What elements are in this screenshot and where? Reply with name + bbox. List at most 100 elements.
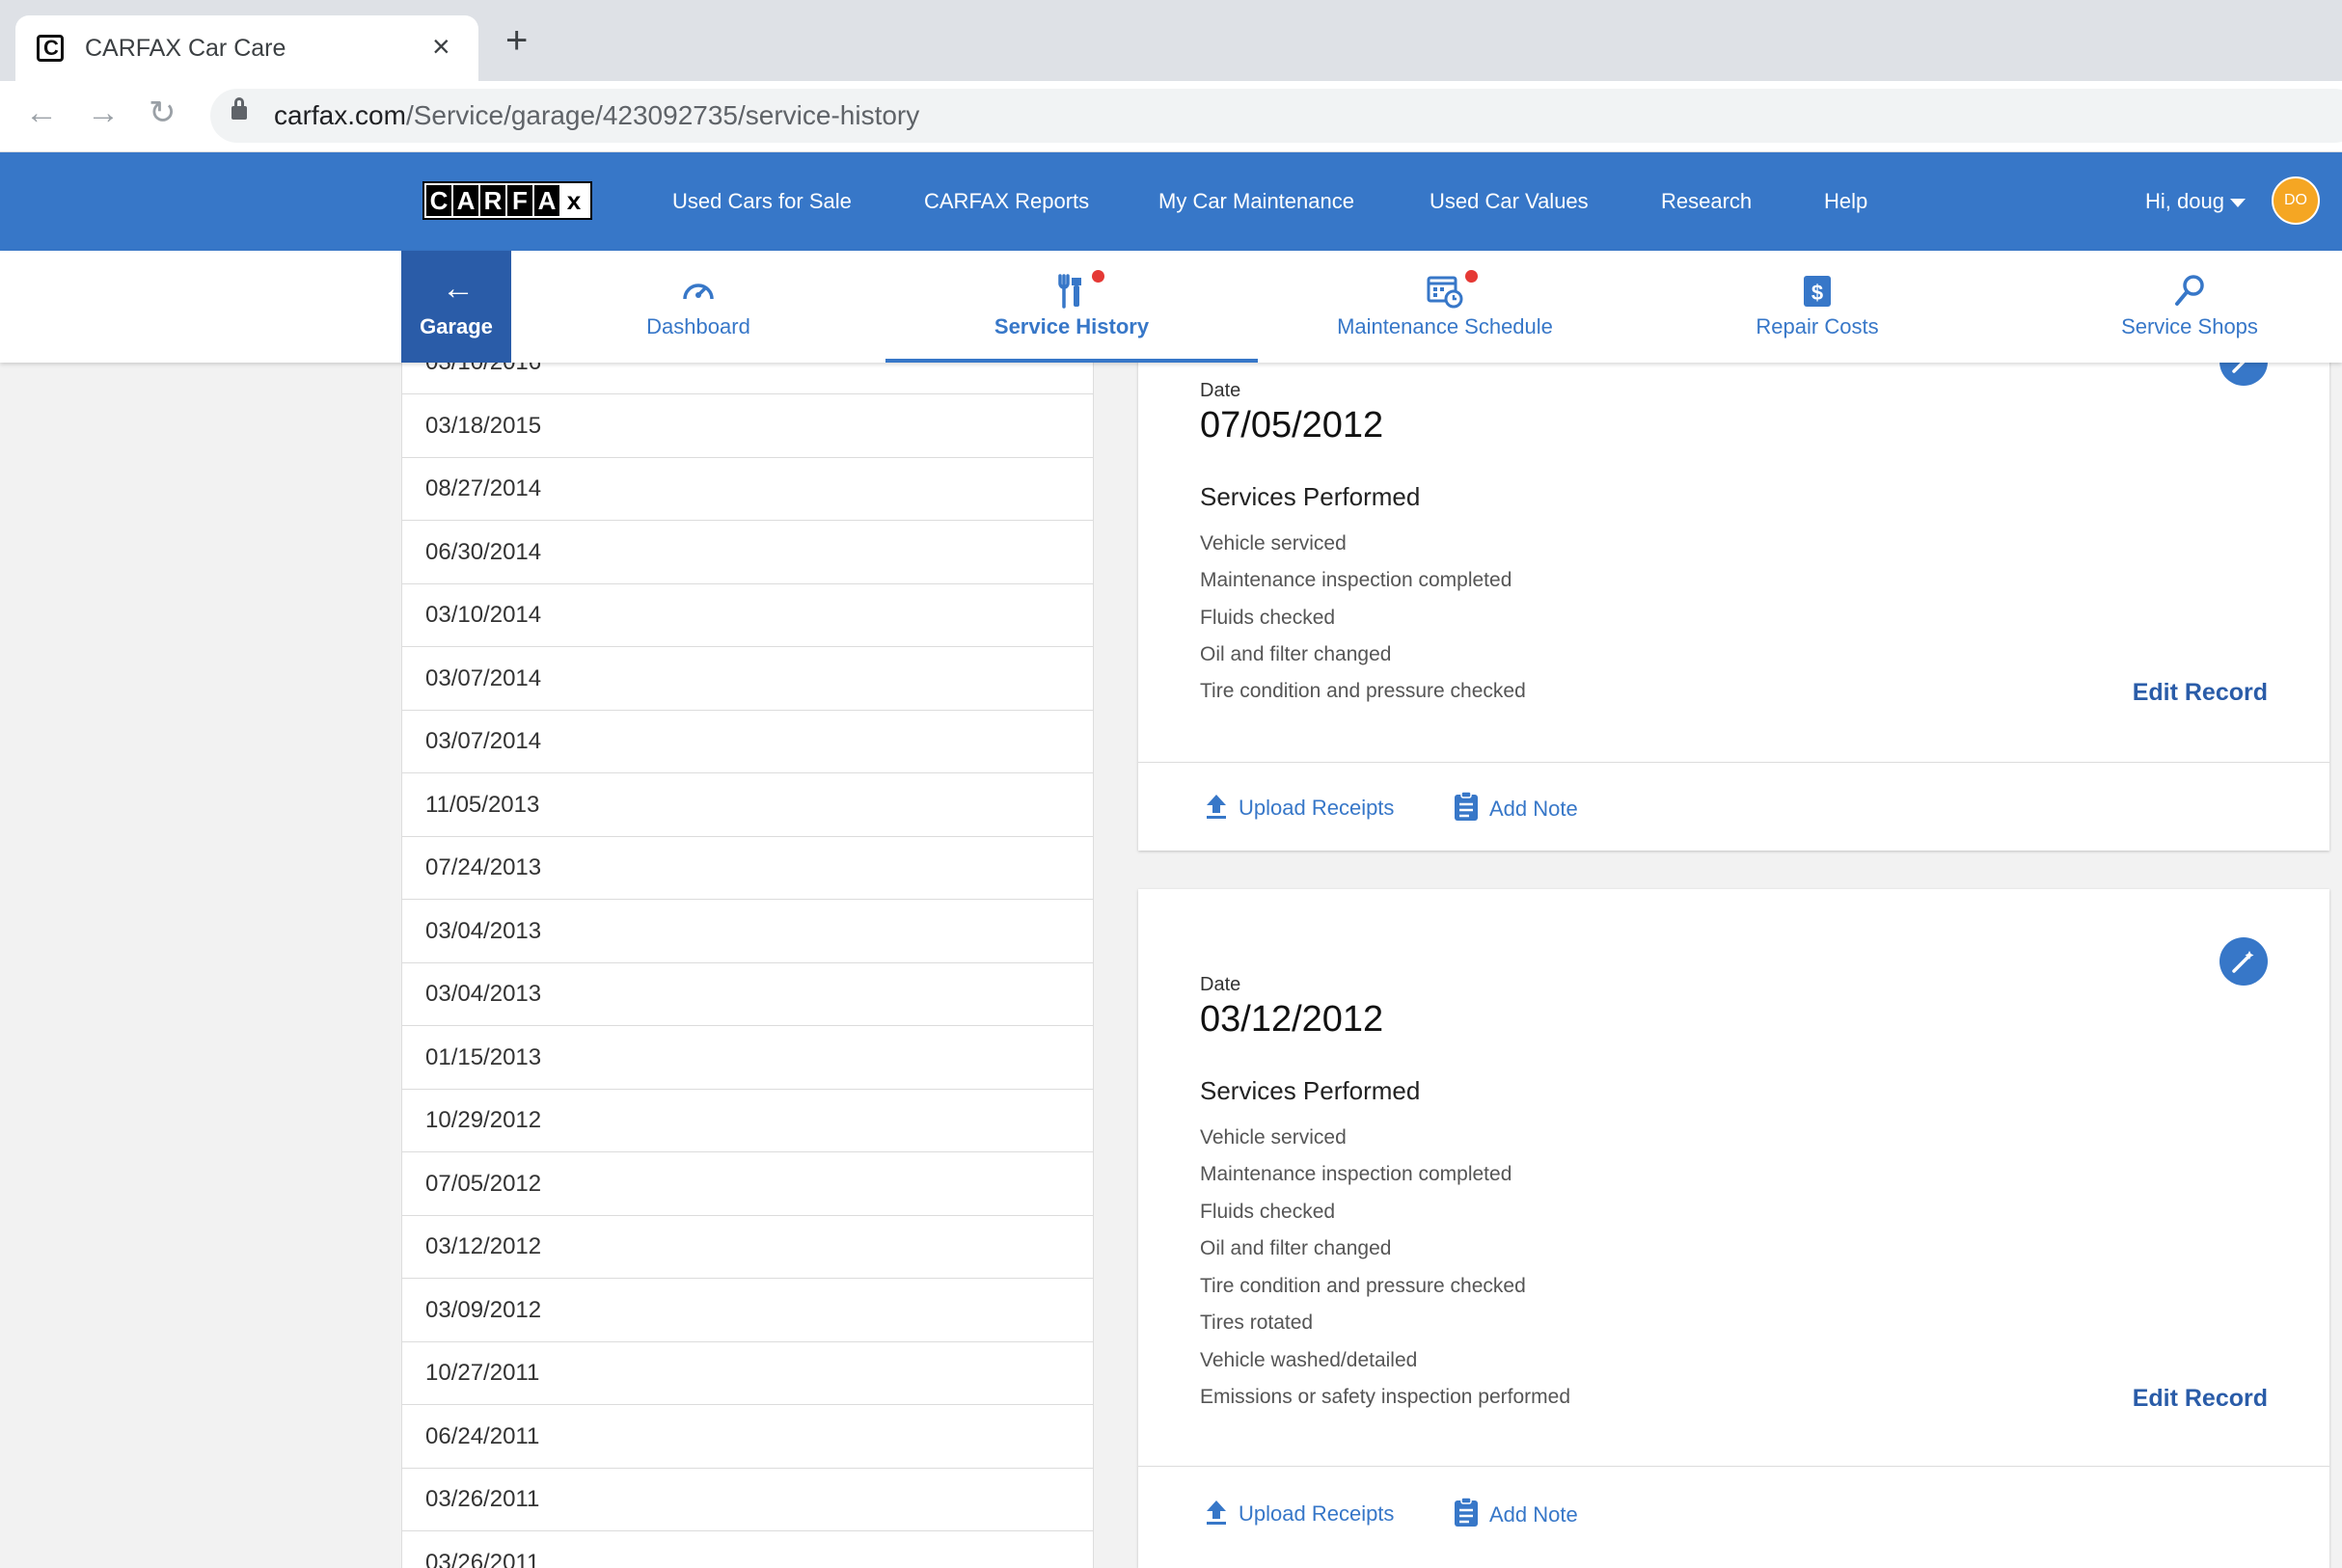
list-item[interactable]: 03/10/2016 [402, 363, 1093, 394]
date-label: Date [1200, 380, 1241, 401]
list-item[interactable]: 07/24/2013 [402, 836, 1093, 900]
carfax-logo[interactable]: C A R F A x [422, 181, 592, 220]
avatar[interactable]: DO [2272, 176, 2320, 225]
garage-label: Garage [420, 314, 493, 338]
list-item[interactable]: 06/24/2011 [402, 1405, 1093, 1469]
list-item[interactable]: 11/05/2013 [402, 773, 1093, 837]
tab-service-shops[interactable]: Service Shops [2103, 251, 2276, 363]
upload-label: Upload Receipts [1239, 1501, 1395, 1526]
svg-text:$: $ [1811, 281, 1823, 305]
add-note-button[interactable]: Add Note [1453, 1497, 1578, 1527]
arrow-left-icon: ← [442, 270, 475, 307]
list-item[interactable]: 03/18/2015 [402, 394, 1093, 458]
tab-service-history[interactable]: Service History [885, 251, 1258, 363]
record-date: 03/12/2012 [1200, 999, 1384, 1040]
list-item[interactable]: 03/04/2013 [402, 900, 1093, 963]
logo-letter: A [534, 185, 559, 216]
calendar-clock-icon [1427, 276, 1463, 309]
service-item: Maintenance inspection completed [1200, 1163, 1512, 1185]
logo-letter: F [507, 185, 532, 216]
nav-my-car-maintenance[interactable]: My Car Maintenance [1158, 189, 1354, 214]
url-text[interactable]: carfax.com/Service/garage/423092735/serv… [274, 100, 919, 131]
service-item: Oil and filter changed [1200, 1237, 1392, 1259]
tools-icon [1058, 274, 1081, 309]
service-item: Fluids checked [1200, 607, 1336, 629]
caret-down-icon[interactable] [2230, 199, 2246, 207]
list-item[interactable]: 03/12/2012 [402, 1215, 1093, 1279]
list-item[interactable]: 03/09/2012 [402, 1279, 1093, 1342]
url-path: /Service/garage/423092735/service-histor… [405, 100, 920, 130]
logo-letter: x [561, 185, 586, 216]
service-item: Tires rotated [1200, 1311, 1314, 1334]
list-item[interactable]: 03/10/2014 [402, 583, 1093, 647]
service-record-card: Date 07/05/2012 Services Performed Vehic… [1138, 318, 2329, 851]
upload-receipts-button[interactable]: Upload Receipts [1204, 1499, 1394, 1527]
nav-used-car-values[interactable]: Used Car Values [1430, 189, 1589, 214]
list-item[interactable]: 01/15/2013 [402, 1026, 1093, 1090]
speedometer-icon [683, 284, 714, 300]
nav-research[interactable]: Research [1661, 189, 1752, 214]
service-item: Tire condition and pressure checked [1200, 1275, 1526, 1297]
edit-record-button[interactable]: Edit Record [2133, 679, 2268, 707]
url-host: carfax.com [274, 100, 406, 130]
service-item: Oil and filter changed [1200, 643, 1392, 665]
reload-icon[interactable]: ↻ [149, 96, 177, 129]
back-icon[interactable]: ← [25, 96, 58, 129]
list-item[interactable]: 03/26/2011 [402, 1468, 1093, 1531]
nav-carfax-reports[interactable]: CARFAX Reports [924, 189, 1089, 214]
date-label: Date [1200, 974, 1241, 995]
logo-letter: A [453, 185, 478, 216]
edit-record-button[interactable]: Edit Record [2133, 1385, 2268, 1413]
tab-label: Dashboard [646, 314, 750, 338]
tab-maintenance-schedule[interactable]: Maintenance Schedule [1293, 251, 1597, 363]
notification-dot [1092, 270, 1104, 283]
user-menu[interactable]: Hi, doug [2145, 189, 2224, 214]
add-note-label: Add Note [1489, 797, 1578, 821]
garage-subnav: ← Garage Dashboard Service History Maint… [0, 251, 2342, 363]
service-item: Maintenance inspection completed [1200, 569, 1512, 591]
service-item: Vehicle washed/detailed [1200, 1349, 1418, 1371]
address-bar[interactable]: carfax.com/Service/garage/423092735/serv… [210, 89, 2342, 143]
tab-close-icon[interactable]: × [432, 29, 450, 65]
new-tab-icon[interactable]: + [505, 21, 528, 60]
garage-button[interactable]: ← Garage [401, 251, 511, 363]
logo-letter: C [426, 185, 451, 216]
browser-tab[interactable]: CARFAX Car Care × [15, 15, 478, 81]
add-note-label: Add Note [1489, 1502, 1578, 1527]
nav-used-cars[interactable]: Used Cars for Sale [672, 189, 852, 214]
service-item: Emissions or safety inspection performed [1200, 1386, 1570, 1408]
list-item[interactable]: 08/27/2014 [402, 457, 1093, 521]
list-item[interactable]: 07/05/2012 [402, 1152, 1093, 1216]
list-item[interactable]: 03/07/2014 [402, 647, 1093, 711]
tab-repair-costs[interactable]: $ Repair Costs [1717, 251, 1918, 363]
list-item[interactable]: 03/04/2013 [402, 962, 1093, 1026]
list-item[interactable]: 03/07/2014 [402, 710, 1093, 773]
tab-dashboard[interactable]: Dashboard [608, 251, 789, 363]
services-title: Services Performed [1200, 482, 1421, 511]
tab-label: Service History [994, 314, 1150, 338]
service-record-card: Date 03/12/2012 Services Performed Vehic… [1138, 889, 2329, 1568]
list-item[interactable]: 03/26/2011 [402, 1531, 1093, 1568]
search-icon [2175, 275, 2204, 306]
forward-icon[interactable]: → [87, 96, 120, 129]
upload-receipts-button[interactable]: Upload Receipts [1204, 793, 1394, 821]
service-item: Tire condition and pressure checked [1200, 680, 1526, 702]
list-item[interactable]: 10/27/2011 [402, 1341, 1093, 1405]
site-header: C A R F A x Used Cars for Sale CARFAX Re… [0, 152, 2342, 251]
nav-help[interactable]: Help [1824, 189, 1867, 214]
upload-label: Upload Receipts [1239, 796, 1395, 820]
clipboard-icon [1455, 791, 1478, 821]
list-item[interactable]: 06/30/2014 [402, 521, 1093, 584]
upload-icon [1207, 1500, 1226, 1525]
browser-toolbar: ← → ↻ carfax.com/Service/garage/42309273… [0, 81, 2342, 152]
lock-icon [231, 97, 247, 120]
tab-label: Repair Costs [1756, 314, 1879, 338]
record-date: 07/05/2012 [1200, 405, 1384, 446]
magic-wand-icon[interactable] [2219, 937, 2268, 986]
add-note-button[interactable]: Add Note [1453, 791, 1578, 822]
clipboard-icon [1455, 1497, 1478, 1527]
services-title: Services Performed [1200, 1076, 1421, 1105]
list-item[interactable]: 10/29/2012 [402, 1089, 1093, 1152]
dollar-icon: $ [1804, 276, 1831, 307]
browser-tab-strip: CARFAX Car Care × + [0, 0, 2342, 81]
